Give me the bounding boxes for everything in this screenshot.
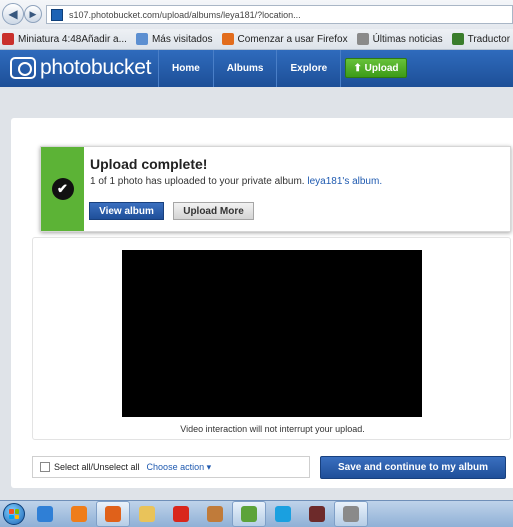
forward-icon[interactable]: ▶ (24, 5, 42, 23)
site-header: photobucket Home Albums Explore ⬆ Upload (0, 50, 513, 87)
photobucket-logo[interactable]: photobucket (10, 56, 151, 80)
paint-icon (207, 506, 223, 522)
firefox-icon (221, 33, 234, 45)
upload-panel: ✔ Upload complete! 1 of 1 photo has uplo… (11, 118, 513, 488)
site-favicon-icon (51, 8, 63, 21)
view-album-button[interactable]: View album (89, 202, 164, 220)
url-text: s107.photobucket.com/upload/albums/leya1… (69, 9, 301, 20)
url-field[interactable]: s107.photobucket.com/upload/albums/leya1… (46, 5, 513, 24)
taskbar-item[interactable] (232, 501, 266, 527)
camera-logo-icon (10, 57, 36, 79)
rss-icon (356, 33, 369, 45)
bookmark-icon (2, 33, 14, 45)
bookmark-item[interactable]: Comenzar a usar Firefox (221, 33, 348, 45)
taskbar-item[interactable] (164, 501, 198, 527)
taskbar-item[interactable] (96, 501, 130, 527)
taskbar-item[interactable] (28, 501, 62, 527)
windows-logo-icon (3, 503, 25, 525)
upload-more-button[interactable]: Upload More (173, 202, 254, 220)
bookmark-label: Últimas noticias (372, 33, 443, 45)
internet-explorer-icon (37, 506, 53, 522)
bookmark-item[interactable]: Traductor (451, 33, 511, 45)
upload-complete-box: ✔ Upload complete! 1 of 1 photo has uplo… (40, 146, 511, 232)
media-area: Video interaction will not interrupt you… (32, 237, 511, 440)
bookmarks-bar: Miniatura 4:48Añadir a... Más visitados Co… (0, 29, 513, 50)
bulk-actions-bar: Select all/Unselect all Choose action ▾ (32, 456, 310, 478)
site-nav: Home Albums Explore (158, 50, 342, 87)
video-caption: Video interaction will not interrupt you… (180, 424, 365, 434)
back-icon[interactable]: ◀ (2, 3, 24, 25)
video-player[interactable] (122, 250, 422, 417)
taskbar-item[interactable] (62, 501, 96, 527)
start-button[interactable] (0, 501, 28, 527)
nav-explore[interactable]: Explore (276, 50, 342, 87)
taskbar-item[interactable] (130, 501, 164, 527)
bookmark-label: Comenzar a usar Firefox (237, 33, 348, 45)
check-icon: ✔ (51, 178, 74, 200)
opera-icon (173, 506, 189, 522)
bookmark-item[interactable]: Miniatura 4:48Añadir a... (2, 33, 127, 45)
taskbar-item[interactable] (266, 501, 300, 527)
page-content: ✔ Upload complete! 1 of 1 photo has uplo… (0, 87, 513, 500)
upload-complete-title: Upload complete! (90, 156, 208, 172)
nav-albums[interactable]: Albums (212, 50, 277, 87)
firefox-icon (105, 506, 121, 522)
album-link[interactable]: leya181's album. (307, 176, 382, 187)
image-app-icon (241, 506, 257, 522)
taskbar-item[interactable] (198, 501, 232, 527)
bookmark-label: Más visitados (151, 33, 213, 45)
upload-complete-message: 1 of 1 photo has uploaded to your privat… (90, 176, 383, 187)
select-all-label[interactable]: Select all/Unselect all (54, 462, 140, 472)
choose-action-dropdown[interactable]: Choose action ▾ (147, 462, 212, 473)
bookmark-item[interactable]: Últimas noticias (356, 33, 443, 45)
translator-icon (451, 33, 464, 45)
upload-button[interactable]: ⬆ Upload (345, 58, 407, 78)
game-icon (309, 506, 325, 522)
nav-home[interactable]: Home (158, 50, 213, 87)
taskbar-item[interactable] (334, 501, 368, 527)
save-continue-button[interactable]: Save and continue to my album (320, 456, 506, 479)
page-icon (135, 33, 148, 45)
bookmark-item[interactable]: Más visitados (135, 33, 213, 45)
media-player-icon (71, 506, 87, 522)
success-bar: ✔ (41, 147, 84, 231)
windows-taskbar (0, 500, 513, 527)
tools-icon (343, 506, 359, 522)
taskbar-item[interactable] (300, 501, 334, 527)
folder-icon (139, 506, 155, 522)
select-all-checkbox[interactable] (40, 462, 50, 472)
skype-icon (275, 506, 291, 522)
bookmark-label: Traductor (467, 33, 511, 45)
browser-address-bar: ◀ ▶ s107.photobucket.com/upload/albums/l… (0, 0, 513, 29)
bookmark-label: Miniatura 4:48Añadir a... (18, 33, 127, 45)
